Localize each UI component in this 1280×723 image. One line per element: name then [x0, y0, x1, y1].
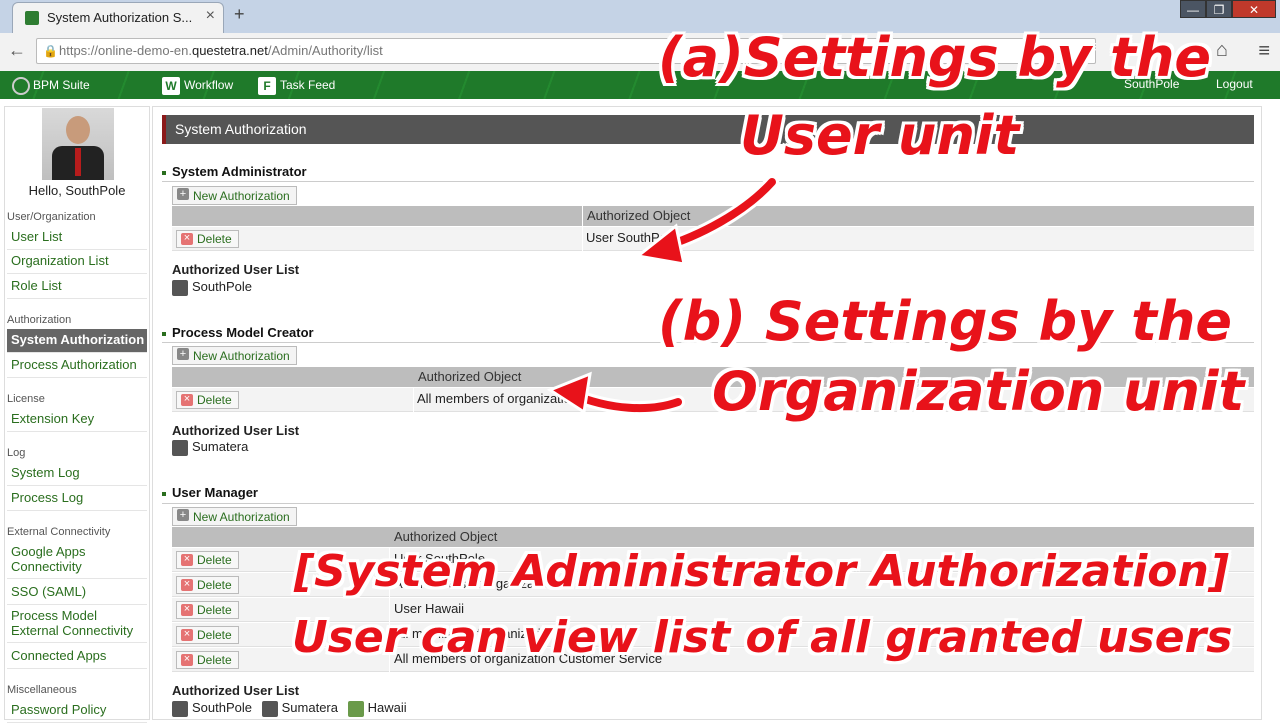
logout-link[interactable]: Logout	[1216, 77, 1253, 91]
task-feed-icon: F	[258, 77, 276, 95]
divider	[162, 181, 1254, 182]
overlay-text-a-line2: User unit	[740, 104, 1020, 167]
overlay-text-b-line2: Organization unit	[712, 360, 1245, 423]
section-title-process-model-creator: Process Model Creator	[162, 325, 314, 340]
sidebar: Hello, SouthPole User/Organization User …	[4, 106, 150, 723]
avatar	[42, 108, 114, 180]
user-avatar-icon	[172, 439, 188, 456]
authorized-object-cell: All members of organization	[417, 391, 579, 406]
authorized-object-cell: User SouthPole	[586, 230, 678, 245]
user-avatar-icon	[172, 700, 188, 717]
delete-button[interactable]: Delete	[176, 551, 239, 569]
section-log: Log	[7, 447, 26, 459]
browser-tab[interactable]: System Authorization S... ×	[12, 2, 224, 33]
user-avatar-icon	[172, 279, 188, 296]
delete-button[interactable]: Delete	[176, 391, 239, 409]
page-title: System Authorization	[162, 115, 1254, 144]
authorized-user-list: SouthPole	[172, 279, 258, 296]
sidebar-item-role-list[interactable]: Role List	[7, 275, 147, 299]
overlay-text-b-line1: (b) Settings by the	[658, 290, 1233, 353]
bpm-suite-logo[interactable]: BPM Suite	[12, 77, 90, 95]
new-tab-icon[interactable]: +	[234, 4, 245, 25]
table-header-authorized-object: Authorized Object	[583, 206, 1254, 226]
table-header-empty	[172, 206, 582, 226]
table-header-empty	[172, 367, 414, 387]
maximize-icon[interactable]: ❐	[1206, 0, 1232, 18]
table-header-authorized-object: Authorized Object	[390, 527, 1254, 547]
table-row: Delete User SouthPole	[172, 227, 1254, 251]
sidebar-item-system-authorization[interactable]: System Authorization	[7, 329, 147, 353]
user-avatar-icon	[261, 700, 278, 717]
questetra-favicon-icon	[25, 11, 39, 25]
authorized-user-list: Sumatera	[172, 439, 254, 456]
overlay-text-c-line2: User can view list of all granted users	[292, 612, 1233, 663]
sidebar-item-user-list[interactable]: User List	[7, 226, 147, 250]
new-authorization-button[interactable]: New Authorization	[172, 507, 297, 526]
sidebar-item-process-model-external[interactable]: Process Model External Connectivity	[7, 605, 147, 643]
sidebar-item-process-log[interactable]: Process Log	[7, 487, 147, 511]
lock-icon: 🔒	[43, 44, 58, 58]
divider	[162, 503, 1254, 504]
overlay-text-c-line1: [System Administrator Authorization]	[294, 546, 1229, 597]
section-user-org: User/Organization	[7, 211, 96, 223]
new-authorization-button[interactable]: New Authorization	[172, 346, 297, 365]
authorized-user-list-label: Authorized User List	[172, 683, 300, 698]
overlay-text-a-line1: (a)Settings by the	[658, 26, 1212, 89]
delete-button[interactable]: Delete	[176, 230, 239, 248]
delete-button[interactable]: Delete	[176, 576, 239, 594]
user-avatar-icon	[347, 700, 364, 717]
tab-title: System Authorization S...	[47, 10, 193, 25]
tab-close-icon[interactable]: ×	[206, 7, 215, 25]
url-text: https://online-demo-en.questetra.net/Adm…	[59, 43, 383, 58]
bpm-logo-icon	[12, 77, 30, 95]
workflow-link[interactable]: W Workflow	[162, 77, 233, 95]
sidebar-item-sso[interactable]: SSO (SAML)	[7, 581, 147, 605]
sidebar-item-google-apps[interactable]: Google Apps Connectivity	[7, 541, 147, 579]
sidebar-item-extension-key[interactable]: Extension Key	[7, 408, 147, 432]
greeting: Hello, SouthPole	[28, 183, 126, 198]
sidebar-item-password-policy[interactable]: Password Policy	[7, 699, 147, 723]
delete-button[interactable]: Delete	[176, 651, 239, 669]
sidebar-item-organization-list[interactable]: Organization List	[7, 250, 147, 274]
section-title-user-manager: User Manager	[162, 485, 258, 500]
section-title-system-administrator: System Administrator	[162, 164, 307, 179]
minimize-icon[interactable]: —	[1180, 0, 1206, 18]
task-feed-link[interactable]: F Task Feed	[258, 77, 335, 95]
home-icon[interactable]: ⌂	[1216, 39, 1228, 62]
section-authorization: Authorization	[7, 314, 72, 326]
table-header-empty	[172, 527, 390, 547]
section-external: External Connectivity	[7, 526, 111, 538]
section-misc: Miscellaneous	[7, 684, 77, 696]
authorized-user-list: SouthPole Sumatera Hawaii	[172, 700, 413, 717]
new-authorization-button[interactable]: New Authorization	[172, 186, 297, 205]
window-close-icon[interactable]: ✕	[1232, 0, 1276, 18]
section-license: License	[7, 393, 45, 405]
workflow-icon: W	[162, 77, 180, 95]
authorized-user-list-label: Authorized User List	[172, 262, 300, 277]
sidebar-item-system-log[interactable]: System Log	[7, 462, 147, 486]
sidebar-item-process-authorization[interactable]: Process Authorization	[7, 354, 147, 378]
delete-button[interactable]: Delete	[176, 601, 239, 619]
back-arrow-icon[interactable]: ←	[8, 40, 26, 61]
delete-button[interactable]: Delete	[176, 626, 239, 644]
browser-menu-icon[interactable]: ≡	[1258, 40, 1270, 63]
authorized-user-list-label: Authorized User List	[172, 423, 300, 438]
sidebar-item-connected-apps[interactable]: Connected Apps	[7, 645, 147, 669]
